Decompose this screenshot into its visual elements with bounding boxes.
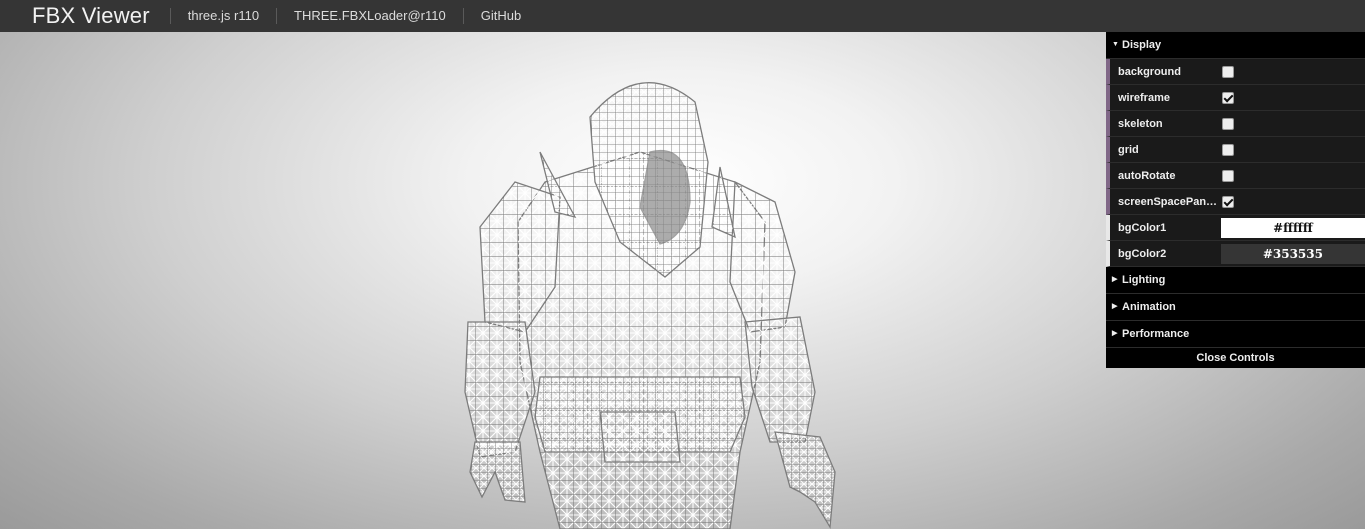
control-bgcolor1[interactable]: bgColor1 #ffffff <box>1106 215 1365 241</box>
close-controls-button[interactable]: Close Controls <box>1106 348 1365 368</box>
control-label: background <box>1118 65 1181 78</box>
control-label: bgColor2 <box>1118 247 1167 260</box>
folder-lighting-label: Lighting <box>1122 274 1166 286</box>
control-wireframe[interactable]: wireframe <box>1106 85 1365 111</box>
folder-performance-label: Performance <box>1122 328 1190 340</box>
control-label: grid <box>1118 143 1139 156</box>
control-label: autoRotate <box>1118 169 1176 182</box>
top-navbar: FBX Viewer three.js r110 THREE.FBXLoader… <box>0 0 1365 32</box>
folder-animation[interactable]: ▶ Animation <box>1106 294 1365 321</box>
control-skeleton[interactable]: skeleton <box>1106 111 1365 137</box>
folder-display-label: Display <box>1122 39 1162 51</box>
controls-panel: ▼ Display background wireframe skeleton … <box>1106 32 1365 368</box>
screenspacepanning-checkbox[interactable] <box>1222 195 1234 208</box>
control-autorotate[interactable]: autoRotate <box>1106 163 1365 189</box>
fbxloader-link[interactable]: THREE.FBXLoader@r110 <box>276 8 463 24</box>
skeleton-checkbox[interactable] <box>1222 117 1234 130</box>
control-label: screenSpacePan… <box>1118 195 1218 208</box>
folder-display[interactable]: ▼ Display <box>1106 32 1365 59</box>
bgcolor2-swatch[interactable]: #353535 <box>1220 243 1365 264</box>
folder-lighting[interactable]: ▶ Lighting <box>1106 267 1365 294</box>
control-screenspacepanning[interactable]: screenSpacePan… <box>1106 189 1365 215</box>
folder-animation-label: Animation <box>1122 301 1176 313</box>
autorotate-checkbox[interactable] <box>1222 169 1234 182</box>
control-label: wireframe <box>1118 91 1170 104</box>
app-title[interactable]: FBX Viewer <box>32 3 150 29</box>
wireframe-checkbox[interactable] <box>1222 91 1234 104</box>
github-link[interactable]: GitHub <box>462 8 538 24</box>
bgcolor1-swatch[interactable]: #ffffff <box>1220 217 1365 238</box>
background-checkbox[interactable] <box>1222 65 1234 78</box>
control-label: skeleton <box>1118 117 1163 130</box>
caret-down-icon: ▼ <box>1112 41 1119 48</box>
caret-right-icon: ▶ <box>1112 330 1118 337</box>
control-bgcolor2[interactable]: bgColor2 #353535 <box>1106 241 1365 267</box>
caret-right-icon: ▶ <box>1112 303 1118 310</box>
caret-right-icon: ▶ <box>1112 276 1118 283</box>
threejs-link[interactable]: three.js r110 <box>169 8 276 24</box>
control-grid[interactable]: grid <box>1106 137 1365 163</box>
folder-performance[interactable]: ▶ Performance <box>1106 321 1365 348</box>
grid-checkbox[interactable] <box>1222 143 1234 156</box>
control-label: bgColor1 <box>1118 221 1167 234</box>
control-background[interactable]: background <box>1106 59 1365 85</box>
